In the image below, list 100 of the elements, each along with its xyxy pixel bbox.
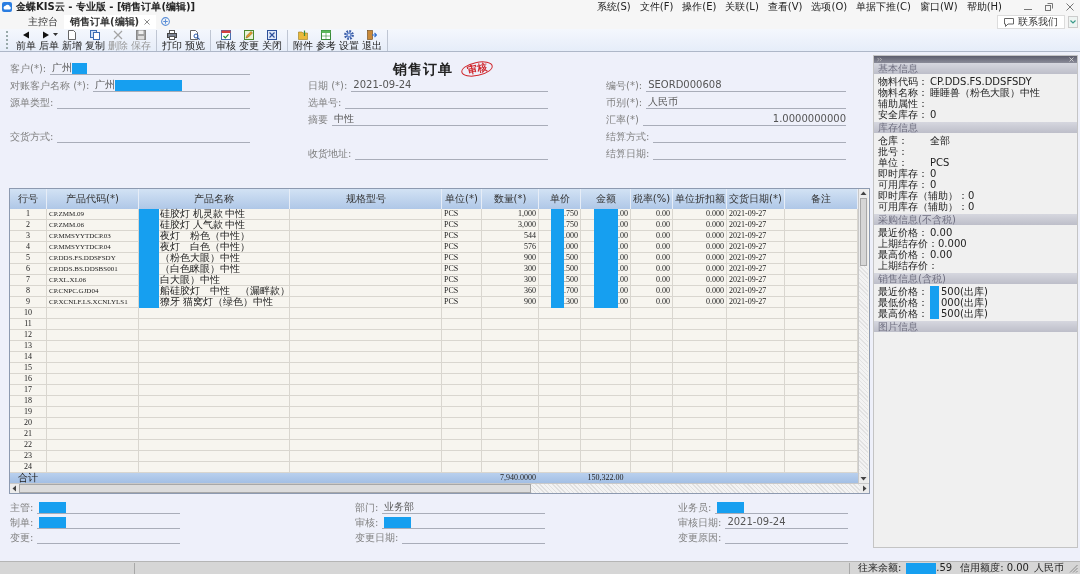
menu-item[interactable]: 系统(S) xyxy=(596,1,631,13)
field-label: 交货方式: xyxy=(10,131,54,143)
table-cell: 0.000 xyxy=(706,297,724,307)
table-cell: .00 xyxy=(618,209,628,219)
scrollbar-thumb[interactable] xyxy=(860,198,867,266)
table-cell: .300 xyxy=(564,297,578,307)
table-cell: 0.00 xyxy=(656,275,670,285)
toolbar-button[interactable]: 退出 xyxy=(361,29,383,51)
menu-item[interactable]: 文件(F) xyxy=(639,1,674,13)
table-cell: 360 xyxy=(524,286,536,296)
section-header: 图片信息 xyxy=(874,321,1077,332)
row-number: 2 xyxy=(26,220,30,230)
horizontal-scrollbar[interactable] xyxy=(10,483,869,493)
table-cell: .00 xyxy=(618,231,628,241)
chevron-down-icon[interactable] xyxy=(1068,16,1078,28)
plus-circle-icon[interactable] xyxy=(161,17,171,26)
table-cell: 硅胶灯 人气款 中性 xyxy=(160,220,245,230)
info-value: 睡睡兽（粉色大眼）中性 xyxy=(930,87,1040,98)
toolbar-button[interactable]: 前单 xyxy=(15,29,37,51)
toolbar-button[interactable]: 预览 xyxy=(184,29,206,51)
input-field[interactable]: 广州 xyxy=(93,79,250,92)
scrollbar-thumb[interactable] xyxy=(19,484,531,493)
close-icon[interactable] xyxy=(1066,3,1074,11)
input-field[interactable]: SEORD000608 xyxy=(646,79,846,92)
field-label: 审核: xyxy=(355,517,379,529)
credit-limit: 信用额度: 0.00 xyxy=(960,562,1029,574)
balance-label: 往来余额: xyxy=(857,562,902,574)
contact-button[interactable]: 联系我们 xyxy=(997,15,1065,29)
row-number: 16 xyxy=(24,374,32,384)
column-header: 单位折扣额 xyxy=(673,189,727,209)
close-icon[interactable] xyxy=(144,19,151,25)
table-cell: 2021-09-27 xyxy=(729,209,767,219)
table-cell: .500 xyxy=(564,275,578,285)
menu-item[interactable]: 操作(E) xyxy=(682,1,717,13)
table-cell: 0.000 xyxy=(706,275,724,285)
table-cell: .00 xyxy=(618,275,628,285)
input-field[interactable]: 1.0000000000 xyxy=(642,113,846,126)
row-number: 23 xyxy=(24,451,32,461)
input-field[interactable] xyxy=(37,501,180,514)
row-number: 1 xyxy=(26,209,30,219)
table-cell: 2021-09-27 xyxy=(729,297,767,307)
input-field[interactable]: 2021-09-24 xyxy=(351,79,548,92)
info-label: 单位： xyxy=(878,157,909,168)
input-field[interactable] xyxy=(715,501,848,514)
total-label: 合计 xyxy=(18,473,38,483)
row-number: 17 xyxy=(24,385,32,395)
input-field[interactable] xyxy=(382,516,545,529)
table-cell: .00 xyxy=(618,253,628,263)
table-cell: 0.00 xyxy=(656,297,670,307)
field-label: 结算日期: xyxy=(606,148,650,160)
table-cell: .500 xyxy=(564,253,578,263)
row-number: 10 xyxy=(24,308,32,318)
menu-item[interactable]: 单据下推(C) xyxy=(856,1,911,13)
restore-icon[interactable] xyxy=(1045,3,1053,11)
resize-grip-icon[interactable] xyxy=(1069,563,1078,573)
row-number: 9 xyxy=(26,297,30,307)
menu-item[interactable]: 帮助(H) xyxy=(966,1,1002,13)
toolbar-button[interactable]: 设置 xyxy=(338,29,360,51)
triangle-left-icon[interactable] xyxy=(10,484,19,493)
menu-item[interactable]: 查看(V) xyxy=(767,1,803,13)
row-number: 12 xyxy=(24,330,32,340)
menu-item[interactable]: 选项(O) xyxy=(811,1,848,13)
table-cell: 300 xyxy=(524,275,536,285)
column-header: 交货日期(*) xyxy=(727,189,785,209)
triangle-down-icon[interactable] xyxy=(859,474,868,483)
row-number: 15 xyxy=(24,363,32,373)
table-cell: PCS xyxy=(444,275,459,285)
triangle-up-icon[interactable] xyxy=(859,189,868,198)
field-label: 摘要 xyxy=(308,114,328,126)
info-label: 上期结存价： xyxy=(878,238,938,249)
toolbar-button[interactable]: 新增 xyxy=(61,29,83,51)
toolbar-button[interactable]: 变更 xyxy=(238,29,260,51)
input-field[interactable]: 2021-09-24 xyxy=(725,516,848,529)
input-field[interactable]: 人民币 xyxy=(646,96,846,109)
toolbar-button[interactable]: 参考 xyxy=(315,29,337,51)
toolbar-button[interactable]: 审核 xyxy=(215,29,237,51)
info-value: 000(出库) xyxy=(941,297,988,308)
column-header: 单位(*) xyxy=(442,189,482,209)
input-field[interactable]: 业务部 xyxy=(382,501,545,514)
menu-item[interactable]: 关联(L) xyxy=(725,1,759,13)
triangle-right-icon[interactable] xyxy=(860,484,869,493)
input-field[interactable]: 广州 xyxy=(50,62,250,75)
vertical-scrollbar[interactable] xyxy=(858,189,868,483)
tab[interactable]: 主控台 xyxy=(22,15,64,29)
total-amount: 150,322.00 xyxy=(587,473,624,483)
caret-icon[interactable] xyxy=(52,33,58,36)
double-chevron-icon[interactable] xyxy=(877,57,882,62)
toolbar-button[interactable]: 附件 xyxy=(292,29,314,51)
column-header: 产品代码(*) xyxy=(47,189,139,209)
menu-item[interactable]: 窗口(W) xyxy=(919,1,958,13)
table-cell: .000 xyxy=(564,231,578,241)
toolbar-button[interactable]: 后单 xyxy=(38,29,60,51)
toolbar-button[interactable]: 关闭 xyxy=(261,29,283,51)
table-cell: 300 xyxy=(524,264,536,274)
table-cell: .750 xyxy=(564,220,578,230)
toolbar-button[interactable]: 复制 xyxy=(84,29,106,51)
toolbar-button[interactable]: 打印 xyxy=(161,29,183,51)
input-field[interactable]: 中性 xyxy=(332,113,548,126)
field-label: 收货地址: xyxy=(308,148,352,160)
input-field[interactable] xyxy=(37,516,180,529)
